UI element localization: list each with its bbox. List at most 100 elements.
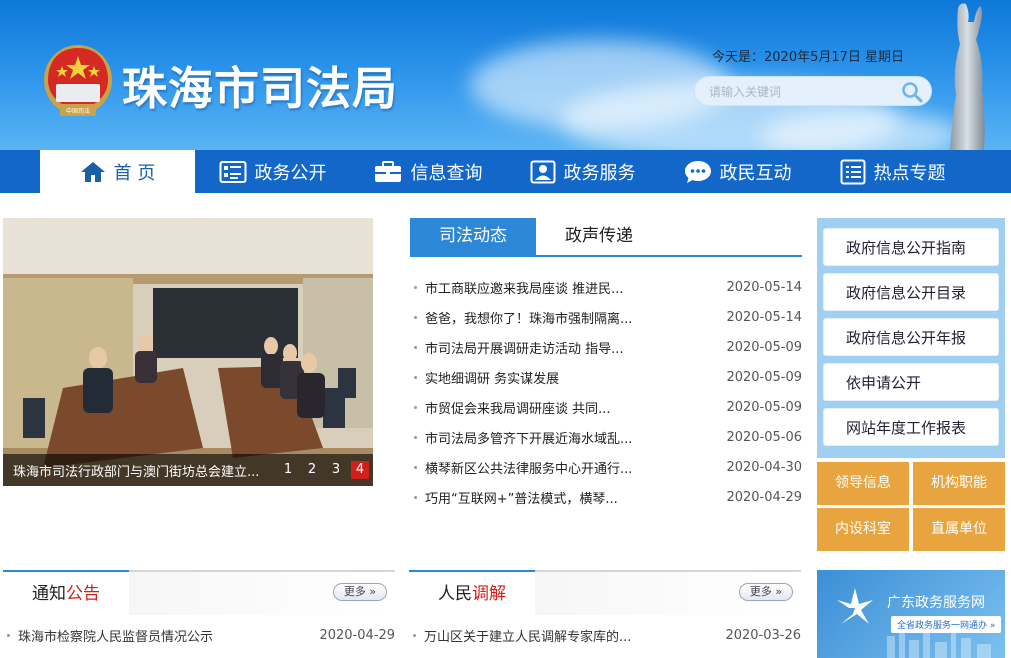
double-chevron-icon: » xyxy=(771,585,783,598)
bullet-icon xyxy=(414,405,417,409)
search-icon[interactable] xyxy=(901,81,923,103)
list-icon xyxy=(840,159,865,184)
news-date: 2020-05-09 xyxy=(726,339,802,355)
news-item[interactable]: 市工商联应邀来我局座谈 推进民... 2020-05-14 xyxy=(410,272,802,302)
org-grid: 领导信息 机构职能 内设科室 直属单位 xyxy=(817,462,1005,551)
double-chevron-icon: » xyxy=(365,585,377,598)
news-date: 2020-05-09 xyxy=(726,399,802,415)
notice-panel-title: 通知公告 xyxy=(3,570,129,617)
nav-item-label: 热点专题 xyxy=(873,162,946,184)
disclosure-on-request-button[interactable]: 依申请公开 xyxy=(823,363,999,401)
news-item[interactable]: 市司法局多管齐下开展近海水域乱... 2020-05-06 xyxy=(410,422,802,452)
nav-item-gov-service[interactable]: 政务服务 xyxy=(505,150,660,193)
nav-item-info-query[interactable]: 信息查询 xyxy=(350,150,505,193)
news-slider[interactable]: 珠海市司法行政部门与澳门街坊总会建立... 1 2 3 4 xyxy=(3,218,373,486)
notice-date: 2020-04-29 xyxy=(319,627,395,643)
panel-title-highlight: 公告 xyxy=(66,584,100,604)
bullet-icon xyxy=(414,375,417,379)
news-title: 市贸促会来我局调研座谈 共同... xyxy=(425,401,611,417)
bullet-icon xyxy=(414,285,417,289)
news-title: 市司法局开展调研走访活动 指导... xyxy=(425,341,624,357)
tab-judicial-news[interactable]: 司法动态 xyxy=(410,218,536,255)
current-date: 今天是：2020年5月17日 星期日 xyxy=(712,50,905,65)
nav-item-label: 政务公开 xyxy=(254,162,327,184)
statue-icon xyxy=(950,3,985,150)
news-title: 巧用“互联网+”普法模式，横琴... xyxy=(425,491,618,507)
search-input[interactable] xyxy=(709,82,895,102)
news-title: 市工商联应邀来我局座谈 推进民... xyxy=(425,281,624,297)
news-title: 横琴新区公共法律服务中心开通行... xyxy=(425,461,633,477)
bullet-icon xyxy=(414,495,417,499)
slider-dot-active[interactable]: 4 xyxy=(351,461,369,479)
chat-bubble-icon xyxy=(684,160,711,183)
mediation-title: 万山区关于建立人民调解专家库的... xyxy=(424,629,632,645)
slider-photo xyxy=(3,218,373,486)
info-disclosure-guide-button[interactable]: 政府信息公开指南 xyxy=(823,228,999,266)
mediation-panel-header: 人民调解 更多 » xyxy=(409,570,801,617)
slider-caption-bar: 珠海市司法行政部门与澳门街坊总会建立... 1 2 3 4 xyxy=(3,454,373,486)
guangdong-gov-service-banner[interactable]: 广东政务服务网 全省政务服务一网通办 » xyxy=(817,570,1005,658)
news-date: 2020-05-14 xyxy=(726,309,802,325)
news-title: 市司法局多管齐下开展近海水域乱... xyxy=(425,431,633,447)
news-section: 司法动态 政声传递 市工商联应邀来我局座谈 推进民... 2020-05-14 爸… xyxy=(410,218,802,508)
info-disclosure-annual-report-button[interactable]: 政府信息公开年报 xyxy=(823,318,999,356)
website-annual-report-button[interactable]: 网站年度工作报表 xyxy=(823,408,999,446)
more-label: 更多 xyxy=(749,585,772,598)
home-icon xyxy=(80,161,105,182)
news-date: 2020-05-06 xyxy=(726,429,802,445)
slider-dot[interactable]: 1 xyxy=(279,461,297,479)
news-item[interactable]: 巧用“互联网+”普法模式，横琴... 2020-04-29 xyxy=(410,482,802,512)
site-header: 中国司法 珠海市司法局 今天是：2020年5月17日 星期日 xyxy=(0,0,1011,150)
notice-more-button[interactable]: 更多 » xyxy=(333,583,387,601)
site-title: 珠海市司法局 xyxy=(122,62,399,115)
mediation-panel: 人民调解 更多 » 万山区关于建立人民调解专家库的... 2020-03-26 xyxy=(409,570,801,658)
bullet-icon xyxy=(414,435,417,439)
main-nav: 首 页 政务公开 信息查询 政务服务 政民互动 热点专题 xyxy=(0,150,1011,193)
news-title: 实地细调研 务实谋发展 xyxy=(425,371,560,387)
more-label: 更多 xyxy=(343,585,366,598)
nav-item-label: 政民互动 xyxy=(719,162,792,184)
internal-departments-button[interactable]: 内设科室 xyxy=(817,508,909,551)
gd-banner-subtitle: 全省政务服务一网通办 » xyxy=(891,616,1002,633)
nav-item-home[interactable]: 首 页 xyxy=(40,150,195,193)
mediation-panel-title: 人民调解 xyxy=(409,570,535,617)
leader-info-button[interactable]: 领导信息 xyxy=(817,462,909,505)
news-title: 爸爸，我想你了！珠海市强制隔离... xyxy=(425,311,633,327)
news-item[interactable]: 爸爸，我想你了！珠海市强制隔离... 2020-05-14 xyxy=(410,302,802,332)
info-disclosure-catalog-button[interactable]: 政府信息公开目录 xyxy=(823,273,999,311)
mediation-item[interactable]: 万山区关于建立人民调解专家库的... 2020-03-26 xyxy=(409,615,801,655)
panel-title-part: 人民 xyxy=(438,584,472,604)
bullet-icon xyxy=(413,633,416,637)
news-item[interactable]: 市司法局开展调研走访活动 指导... 2020-05-09 xyxy=(410,332,802,362)
bullet-icon xyxy=(7,633,10,637)
bullet-icon xyxy=(414,465,417,469)
news-item[interactable]: 市贸促会来我局调研座谈 共同... 2020-05-09 xyxy=(410,392,802,422)
news-item[interactable]: 实地细调研 务实谋发展 2020-05-09 xyxy=(410,362,802,392)
notice-item[interactable]: 珠海市检察院人民监督员情况公示 2020-04-29 xyxy=(3,615,395,655)
gov-info-panel: 政府信息公开指南 政府信息公开目录 政府信息公开年报 依申请公开 网站年度工作报… xyxy=(817,218,1005,458)
emblem-text: 中国司法 xyxy=(66,107,90,115)
slider-dot[interactable]: 2 xyxy=(303,461,321,479)
nav-item-interaction[interactable]: 政民互动 xyxy=(660,150,815,193)
slider-caption[interactable]: 珠海市司法行政部门与澳门街坊总会建立... xyxy=(3,461,273,480)
mediation-more-button[interactable]: 更多 » xyxy=(739,583,793,601)
nav-item-label: 政务服务 xyxy=(563,162,636,184)
nav-item-hot-topics[interactable]: 热点专题 xyxy=(815,150,970,193)
search-box xyxy=(694,76,932,106)
news-item[interactable]: 横琴新区公共法律服务中心开通行... 2020-04-30 xyxy=(410,452,802,482)
news-date: 2020-04-29 xyxy=(726,489,802,505)
slider-dot[interactable]: 3 xyxy=(327,461,345,479)
nav-item-label: 首 页 xyxy=(113,162,156,184)
guangdong-gov-logo-icon xyxy=(837,588,873,624)
panel-title-part: 通知 xyxy=(32,584,66,604)
tab-government-voice[interactable]: 政声传递 xyxy=(536,218,662,255)
briefcase-icon xyxy=(374,160,401,182)
news-list: 市工商联应邀来我局座谈 推进民... 2020-05-14 爸爸，我想你了！珠海市… xyxy=(410,272,802,512)
notice-title: 珠海市检察院人民监督员情况公示 xyxy=(18,629,214,645)
nav-item-gov-affairs[interactable]: 政务公开 xyxy=(195,150,350,193)
news-date: 2020-05-09 xyxy=(726,369,802,385)
affiliated-units-button[interactable]: 直属单位 xyxy=(913,508,1005,551)
notice-panel: 通知公告 更多 » 珠海市检察院人民监督员情况公示 2020-04-29 xyxy=(3,570,395,658)
news-tabs: 司法动态 政声传递 xyxy=(410,218,802,257)
org-function-button[interactable]: 机构职能 xyxy=(913,462,1005,505)
